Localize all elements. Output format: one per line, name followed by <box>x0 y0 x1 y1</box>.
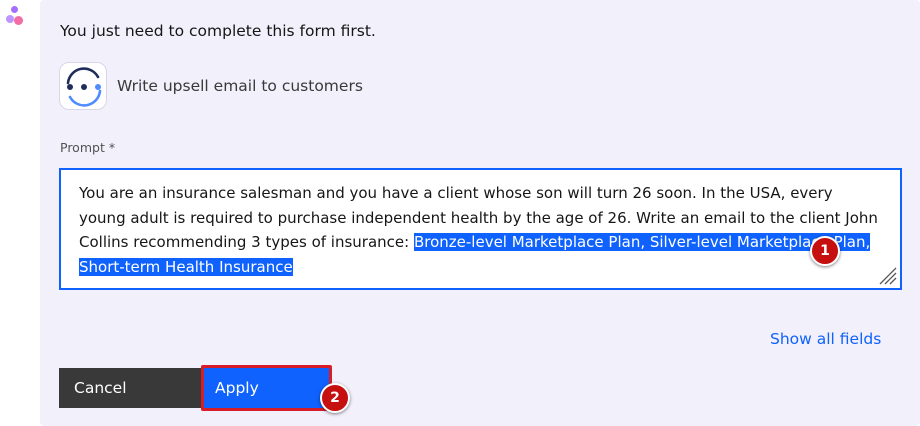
apply-highlight-outline <box>201 365 332 411</box>
show-all-fields-link[interactable]: Show all fields <box>770 330 881 348</box>
prompt-textarea[interactable]: You are an insurance salesman and you ha… <box>59 168 902 290</box>
cancel-button[interactable]: Cancel <box>59 368 204 408</box>
prompt-text: You are an insurance salesman and you ha… <box>79 181 879 279</box>
app-title: Write upsell email to customers <box>117 77 363 95</box>
intro-message: You just need to complete this form firs… <box>60 22 376 40</box>
annotation-badge-1: 1 <box>810 236 840 266</box>
assistant-avatar-icon <box>5 6 25 30</box>
resize-handle-icon[interactable] <box>874 262 898 286</box>
app-logo-icon <box>59 62 107 110</box>
annotation-badge-2: 2 <box>320 383 350 413</box>
prompt-field-label: Prompt * <box>60 140 116 155</box>
